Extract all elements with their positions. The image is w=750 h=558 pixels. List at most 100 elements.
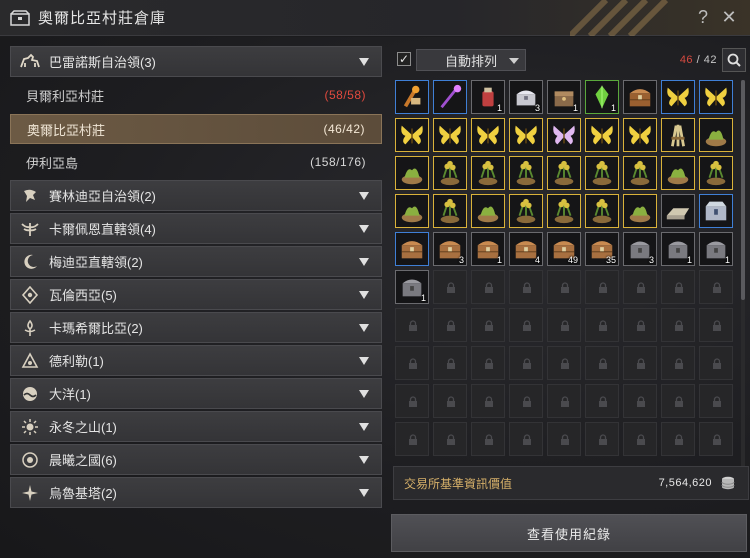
region-item-kamasylvia[interactable]: 卡瑪希爾比亞(2) — [10, 312, 382, 343]
item-quantity: 3 — [458, 255, 464, 265]
flame-tree-icon — [19, 317, 41, 339]
inventory-slot[interactable] — [661, 80, 695, 114]
inventory-slot[interactable]: 1 — [395, 270, 429, 304]
lock-icon — [637, 282, 645, 293]
inventory-slot[interactable] — [547, 156, 581, 190]
auto-sort-checkbox[interactable]: ✓ — [397, 52, 411, 66]
locked-slot — [547, 384, 581, 418]
inventory-slot[interactable] — [433, 156, 467, 190]
region-item-ulukita[interactable]: 烏魯基塔(2) — [10, 477, 382, 508]
inventory-slot[interactable] — [585, 156, 619, 190]
inventory-slot[interactable] — [509, 118, 543, 152]
lock-icon — [447, 282, 455, 293]
staff-icon — [440, 84, 462, 109]
locked-slot — [471, 308, 505, 342]
inventory-slot[interactable] — [699, 156, 733, 190]
region-item-land-of-morning-light[interactable]: 晨曦之國(6) — [10, 444, 382, 475]
inventory-slot[interactable] — [471, 156, 505, 190]
herb-bowl-icon — [401, 168, 423, 185]
inventory-slot[interactable] — [395, 232, 429, 266]
inventory-slot[interactable] — [509, 194, 543, 228]
locked-slot — [509, 422, 543, 456]
town-item-belia[interactable]: 貝爾利亞村莊 (58/58) — [10, 80, 382, 110]
region-item-ocean[interactable]: 大洋(1) — [10, 378, 382, 409]
town-item-olvia[interactable]: 奧爾比亞村莊 (46/42) — [10, 114, 382, 144]
view-usage-log-button[interactable]: 查看使用紀錄 — [391, 514, 747, 552]
wave-globe-icon — [19, 383, 41, 405]
inventory-slot[interactable]: 3 — [433, 232, 467, 266]
town-item-iliya[interactable]: 伊利亞島 (158/176) — [10, 147, 382, 177]
region-item-serendia[interactable]: 賽林迪亞自治領(2) — [10, 180, 382, 211]
inventory-slot[interactable] — [395, 194, 429, 228]
locked-slot — [585, 270, 619, 304]
inventory-slot[interactable] — [661, 156, 695, 190]
market-value-bar: 交易所基準資訊價值 7,564,620 — [393, 466, 749, 500]
inventory-slot[interactable] — [433, 80, 467, 114]
lock-icon — [637, 434, 645, 445]
inventory-slot[interactable]: 1 — [471, 80, 505, 114]
close-button[interactable]: ✕ — [720, 8, 738, 26]
horse-icon — [19, 51, 41, 73]
inventory-slot[interactable]: 35 — [585, 232, 619, 266]
inventory-slot[interactable]: 1 — [585, 80, 619, 114]
inventory-slot[interactable]: 1 — [699, 232, 733, 266]
inventory-slot[interactable] — [471, 194, 505, 228]
inventory-slot[interactable] — [699, 194, 733, 228]
inventory-slot[interactable] — [699, 80, 733, 114]
lock-icon — [523, 282, 531, 293]
search-button[interactable] — [722, 48, 746, 72]
item-quantity: 35 — [605, 255, 616, 265]
inventory-slot[interactable]: 3 — [623, 232, 657, 266]
inventory-slot[interactable] — [547, 194, 581, 228]
inventory-slot[interactable] — [585, 118, 619, 152]
butterfly-icon — [667, 87, 689, 107]
inventory-slot[interactable] — [395, 156, 429, 190]
town-count: (158/176) — [310, 155, 366, 169]
inventory-slot[interactable] — [433, 194, 467, 228]
region-item-mountain-of-eternal-winter[interactable]: 永冬之山(1) — [10, 411, 382, 442]
region-item-drieghan[interactable]: 德利勒(1) — [10, 345, 382, 376]
inventory-slot[interactable] — [471, 118, 505, 152]
help-button[interactable]: ? — [694, 8, 712, 26]
window-title: 奧爾比亞村莊倉庫 — [38, 10, 167, 27]
item-quantity: 1 — [420, 293, 426, 303]
diamond-eye-icon — [19, 284, 41, 306]
lock-icon — [409, 358, 417, 369]
region-item-mediah[interactable]: 梅迪亞直轄領(2) — [10, 246, 382, 277]
flower-pot-icon — [440, 160, 460, 186]
region-item-calpheon[interactable]: 卡爾佩恩直轄領(4) — [10, 213, 382, 244]
inventory-slot[interactable]: 1 — [547, 80, 581, 114]
locked-slot — [699, 422, 733, 456]
inventory-slot[interactable] — [509, 156, 543, 190]
title-ornament — [570, 0, 669, 36]
inventory-slot[interactable]: 3 — [509, 80, 543, 114]
inventory-slot[interactable] — [623, 118, 657, 152]
scrollbar-thumb[interactable] — [741, 80, 745, 300]
inventory-slot[interactable] — [661, 118, 695, 152]
locked-slot — [471, 270, 505, 304]
inventory-slot[interactable] — [661, 194, 695, 228]
inventory-slot[interactable] — [699, 118, 733, 152]
grid-scrollbar[interactable] — [741, 80, 745, 496]
lock-icon — [485, 396, 493, 407]
butterfly-icon — [591, 125, 613, 145]
inventory-slot[interactable]: 49 — [547, 232, 581, 266]
inventory-slot[interactable] — [395, 80, 429, 114]
inventory-slot[interactable] — [395, 118, 429, 152]
inventory-slot[interactable] — [623, 156, 657, 190]
item-quantity: 1 — [496, 255, 502, 265]
inventory-slot[interactable]: 4 — [509, 232, 543, 266]
auto-sort-dropdown[interactable]: 自動排列 — [416, 49, 526, 71]
locked-slot — [699, 384, 733, 418]
inventory-slot[interactable] — [585, 194, 619, 228]
inventory-slot[interactable] — [433, 118, 467, 152]
lock-icon — [675, 320, 683, 331]
region-item-valencia[interactable]: 瓦倫西亞(5) — [10, 279, 382, 310]
inventory-slot[interactable]: 1 — [471, 232, 505, 266]
inventory-slot[interactable] — [623, 194, 657, 228]
region-item-balenos[interactable]: 巴雷諾斯自治領(3) — [10, 46, 382, 77]
inventory-slot[interactable] — [547, 118, 581, 152]
inventory-slot[interactable]: 1 — [661, 232, 695, 266]
inventory-slot[interactable] — [623, 80, 657, 114]
chevron-down-icon — [359, 390, 369, 398]
